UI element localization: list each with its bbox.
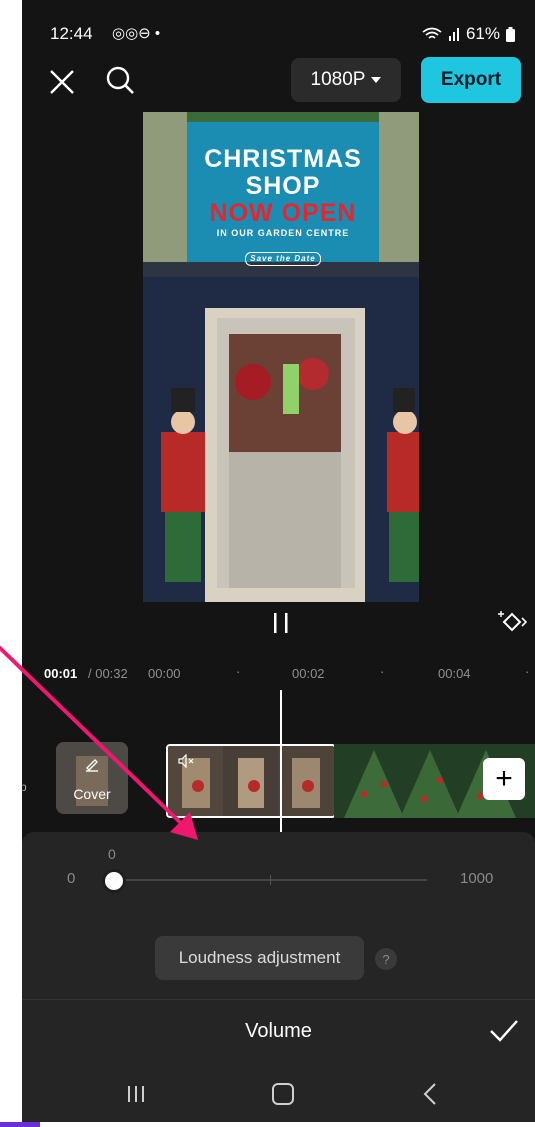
edge-label: p [22, 780, 27, 794]
volume-panel: 0 0 1000 Loudness adjustment ? Volume [22, 832, 535, 1122]
home-icon[interactable] [272, 1083, 294, 1105]
volume-slider-thumb[interactable] [102, 869, 126, 893]
divider [22, 999, 535, 1000]
resolution-dropdown[interactable]: 1080P [291, 58, 401, 102]
tick-dot: · [525, 664, 530, 679]
bottom-strip [0, 1122, 535, 1127]
cover-label: Cover [73, 786, 111, 802]
keyframe-icon[interactable] [498, 608, 528, 636]
sign-line-2: SHOP [245, 172, 321, 200]
mute-icon [178, 754, 194, 768]
caret-down-icon [371, 77, 382, 83]
panel-title: Volume [245, 1020, 312, 1042]
pause-icon[interactable] [271, 612, 291, 634]
timeline-track[interactable]: p Cover + [22, 690, 535, 832]
export-button[interactable]: Export [421, 57, 521, 103]
cover-button[interactable]: Cover [56, 742, 128, 814]
playhead[interactable] [280, 690, 282, 832]
current-time: 00:01 [44, 666, 78, 681]
cover-thumbnail [56, 742, 128, 814]
notification-icons: ◎◎⊖ • [112, 25, 161, 42]
volume-min-label: 0 [67, 870, 76, 887]
total-time: / 00:32 [88, 666, 128, 681]
tick-dot: · [236, 664, 241, 679]
search-icon[interactable] [104, 64, 136, 96]
signal-icon [448, 28, 459, 41]
purple-strip [0, 1122, 40, 1127]
app-screen: 12:44 ◎◎⊖ • 61% 1080P Export CHRISTMAS S… [22, 0, 535, 1122]
edit-icon [86, 759, 98, 772]
close-icon[interactable] [48, 68, 76, 96]
confirm-check-icon[interactable] [489, 1018, 519, 1044]
tick-label: 00:04 [438, 666, 471, 681]
status-bar: 12:44 ◎◎⊖ • 61% [50, 20, 515, 48]
timeline-ruler: 00:01 / 00:32 00:00 · 00:02 · 00:04 · [22, 660, 535, 690]
sign-line-1: CHRISTMAS [204, 145, 362, 173]
volume-slider-midmark [270, 875, 271, 885]
selected-clip[interactable] [166, 744, 336, 818]
battery-percent: 61% [465, 24, 500, 43]
status-time: 12:44 [50, 24, 93, 43]
resolution-label: 1080P [310, 69, 366, 90]
volume-max-label: 1000 [460, 870, 494, 887]
sign-line-3: NOW OPEN [209, 199, 357, 227]
add-clip-button[interactable]: + [483, 758, 525, 800]
sign-text: CHRISTMAS SHOP NOW OPEN IN OUR GARDEN CE… [187, 146, 379, 267]
tick-label: 00:02 [292, 666, 325, 681]
help-icon[interactable]: ? [375, 948, 397, 970]
battery-icon [506, 26, 515, 42]
sign-tag: Save the Date [245, 252, 321, 266]
status-right: 61% [422, 24, 515, 44]
video-preview[interactable]: CHRISTMAS SHOP NOW OPEN IN OUR GARDEN CE… [143, 112, 419, 602]
recent-apps-icon[interactable] [125, 1083, 147, 1105]
loudness-adjustment-button[interactable]: Loudness adjustment [155, 936, 364, 980]
volume-current-value: 0 [108, 846, 116, 862]
wifi-icon [422, 27, 442, 39]
sign-line-4: IN OUR GARDEN CENTRE [216, 228, 350, 238]
tick-dot: · [380, 664, 385, 679]
tick-label: 00:00 [148, 666, 181, 681]
back-icon[interactable] [422, 1082, 438, 1106]
